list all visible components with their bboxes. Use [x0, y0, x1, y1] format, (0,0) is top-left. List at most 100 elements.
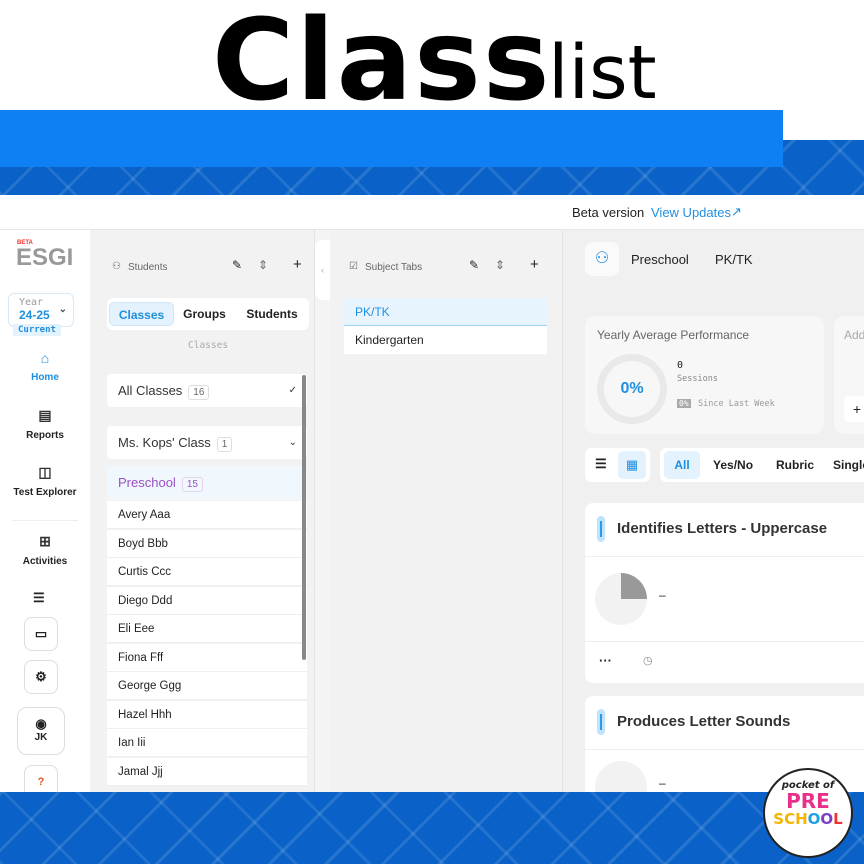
filter-yes-no[interactable]: Yes/No	[713, 458, 753, 472]
panel-title: Subject Tabs	[365, 262, 423, 273]
nav-home[interactable]: ⌂ Home	[0, 350, 90, 383]
student-row[interactable]: Jamal Jjj	[107, 757, 307, 786]
grid-view-icon[interactable]: ▦	[618, 451, 646, 479]
check-icon: ✓	[288, 385, 297, 396]
filter-single[interactable]: Single	[833, 458, 864, 472]
esgi-logo: ESGI	[16, 244, 74, 271]
search-list-icon[interactable]: ☰	[33, 590, 45, 606]
list-view-icon[interactable]: ☰	[595, 456, 607, 472]
add-button[interactable]: +	[530, 256, 539, 273]
sessions-label: Sessions	[677, 374, 718, 384]
collapse-handle[interactable]: ‹	[315, 240, 330, 300]
more-options-icon[interactable]: ···	[599, 653, 612, 668]
selected-class-count: 15	[181, 477, 203, 492]
tab-groups[interactable]: Groups	[177, 302, 232, 326]
nav-activities-label: Activities	[22, 556, 68, 567]
pocket-of-preschool-logo: pocket of PRE SCHOOL	[763, 768, 853, 858]
selected-class-label: Preschool	[118, 475, 176, 490]
subject-name: PK/TK	[715, 252, 753, 267]
monitor-icon: ▭	[34, 626, 48, 641]
progress-pie	[595, 573, 647, 625]
nav-test-explorer-label: Test Explorer	[13, 487, 77, 498]
chevron-down-icon: ⌄	[288, 437, 297, 448]
tab-students[interactable]: Students	[237, 302, 307, 326]
students-panel: ⚇ Students ✎ ⇕ + Classes Groups Students…	[90, 230, 315, 792]
book-icon: ◫	[38, 464, 52, 480]
subject-tab-pktk[interactable]: PK/TK	[344, 298, 547, 326]
class-item[interactable]: Ms. Kops' Class 1 ⌄	[107, 426, 307, 459]
student-row[interactable]: Diego Ddd	[107, 586, 307, 615]
users-icon: ⚇	[112, 261, 121, 272]
tab-classes[interactable]: Classes	[109, 302, 174, 326]
reports-icon: ▤	[38, 407, 52, 423]
history-icon[interactable]: ◷	[643, 654, 653, 667]
nav-reports-label: Reports	[26, 430, 64, 441]
beta-label: Beta version	[572, 205, 645, 220]
all-classes-item[interactable]: All Classes 16 ✓	[107, 374, 307, 407]
view-tabs: Classes Groups Students	[107, 298, 309, 330]
test-title: Identifies Letters - Uppercase	[617, 520, 828, 537]
edit-icon[interactable]: ✎	[232, 258, 242, 272]
performance-title: Yearly Average Performance	[597, 328, 750, 342]
screen-button[interactable]: ▭	[24, 617, 58, 651]
student-row[interactable]: Hazel Hhh	[107, 700, 307, 729]
grid-icon: ⊞	[39, 533, 51, 549]
subject-tab-kindergarten[interactable]: Kindergarten	[344, 326, 547, 354]
main-content: ⚇ Preschool PK/TK Yearly Average Perform…	[563, 230, 864, 792]
sessions-count: 0	[677, 360, 684, 371]
chevron-down-icon: ⌄	[58, 304, 67, 315]
filter-rubric[interactable]: Rubric	[776, 458, 814, 472]
home-icon: ⌂	[40, 350, 50, 366]
users-icon: ⚇	[585, 242, 619, 276]
page-subtitle: list	[548, 30, 657, 116]
view-updates-link[interactable]: View Updates	[651, 205, 731, 220]
class-label: Ms. Kops' Class	[118, 435, 211, 450]
test-color-marker	[597, 516, 605, 542]
view-toggle: ☰ ▦	[585, 448, 650, 482]
scrollbar[interactable]	[302, 375, 306, 660]
nav-test-explorer[interactable]: ◫ Test Explorer	[0, 464, 90, 498]
nav-home-label: Home	[31, 372, 59, 383]
add-button[interactable]: +	[844, 396, 864, 422]
app-screenshot: Beta version View Updates ↗ BETA ESGI Ye…	[0, 195, 864, 792]
settings-button[interactable]: ⚙	[24, 660, 58, 694]
class-name: Preschool	[631, 252, 689, 267]
nav-activities[interactable]: ⊞ Activities	[0, 533, 90, 567]
student-row[interactable]: Boyd Bbb	[107, 529, 307, 558]
panel-title: Students	[128, 262, 168, 273]
student-row[interactable]: Curtis Ccc	[107, 558, 307, 586]
top-bar: Beta version View Updates ↗	[0, 195, 864, 230]
edit-icon[interactable]: ✎	[469, 258, 479, 272]
background-pattern-bottom	[0, 792, 864, 864]
sort-icon[interactable]: ⇕	[495, 258, 505, 272]
progress-pie	[595, 761, 647, 792]
student-row[interactable]: Eli Eee	[107, 615, 307, 643]
sidebar-nav: BETA ESGI Year 24-25 ⌄ Current ⌂ Home ▤ Re…	[0, 230, 90, 792]
filter-all[interactable]: All	[664, 451, 700, 479]
student-row[interactable]: George Ggg	[107, 672, 307, 700]
change-label: Since Last Week	[698, 399, 775, 409]
help-button[interactable]: ?	[24, 765, 58, 792]
add-card-title: Add	[844, 328, 864, 342]
student-row[interactable]: Fiona Fff	[107, 643, 307, 672]
title-underline-bar	[0, 110, 783, 167]
student-row[interactable]: Ian Iii	[107, 729, 307, 757]
sort-icon[interactable]: ⇕	[258, 258, 268, 272]
user-button[interactable]: ◉ JK	[17, 707, 65, 755]
class-count: 1	[216, 437, 233, 452]
all-classes-label: All Classes	[118, 383, 183, 398]
add-button[interactable]: +	[293, 256, 302, 273]
student-row[interactable]: Avery Aaa	[107, 501, 307, 529]
subject-tabs-panel: ☑ Subject Tabs ✎ ⇕ + PK/TK Kindergarten	[330, 230, 563, 792]
performance-percent: 0%	[597, 354, 667, 424]
current-badge: Current	[13, 324, 61, 336]
test-card[interactable]: Identifies Letters - Uppercase – ··· ◷	[585, 503, 864, 683]
page-title: Class	[212, 0, 552, 126]
gear-icon: ⚙	[35, 669, 47, 684]
selected-class-item[interactable]: Preschool 15	[107, 466, 307, 500]
test-title: Produces Letter Sounds	[617, 713, 791, 730]
nav-reports[interactable]: ▤ Reports	[0, 407, 90, 441]
test-value: –	[659, 588, 666, 602]
year-selector[interactable]: Year 24-25 ⌄	[8, 293, 74, 327]
year-label: Year	[19, 297, 44, 308]
